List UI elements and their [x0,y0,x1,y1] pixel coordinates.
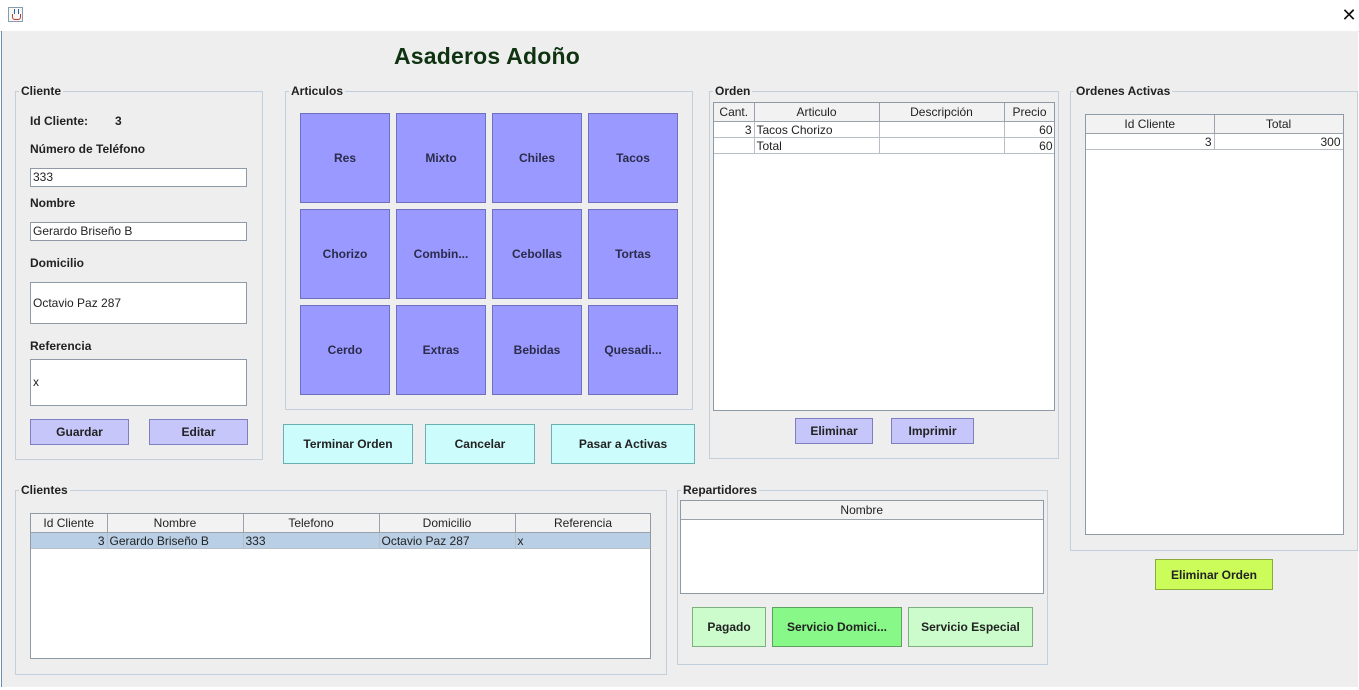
finish-order-button[interactable]: Terminar Orden [283,424,413,464]
move-to-active-button[interactable]: Pasar a Activas [551,424,695,464]
edit-button[interactable]: Editar [149,419,248,445]
column-header[interactable]: Id Cliente [1086,115,1215,134]
id-cliente-value: 3 [115,114,122,128]
paid-button[interactable]: Pagado [692,607,766,647]
table-cell: 300 [1214,133,1343,150]
article-tile-quesadillas[interactable]: Quesadi... [588,305,678,395]
name-field[interactable]: Gerardo Briseño B [30,222,247,241]
reference-field[interactable]: x [30,359,247,406]
cancel-button[interactable]: Cancelar [425,424,535,464]
table-cell: Octavio Paz 287 [379,532,516,549]
table-cell: Tacos Chorizo [754,121,880,138]
table-row[interactable]: Total 60 [714,137,1054,154]
article-tile-cerdo[interactable]: Cerdo [300,305,390,395]
delete-order-button[interactable]: Eliminar Orden [1155,559,1273,590]
table-cell: 3 [1086,133,1215,150]
column-header[interactable]: Id Cliente [31,514,108,533]
table-cell [879,137,1005,154]
reference-label: Referencia [30,339,92,353]
table-cell: 60 [1004,137,1054,154]
table-cell [879,121,1005,138]
orden-legend: Orden [715,84,751,98]
column-header[interactable]: Total [1214,115,1343,134]
table-cell: 333 [243,532,380,549]
id-cliente-label: Id Cliente: [30,114,89,128]
table-row[interactable]: 3 300 [1086,133,1343,150]
clientes-table[interactable]: Id Cliente Nombre Telefono Domicilio Ref… [30,513,651,659]
article-tile-mixto[interactable]: Mixto [396,113,486,203]
delete-item-button[interactable]: Eliminar [795,418,873,444]
phone-label: Número de Teléfono [30,142,146,156]
window-titlebar: ✕ [0,0,1359,32]
orden-table[interactable]: Cant. Articulo Descripción Precio 3 Taco… [713,102,1055,411]
home-service-button[interactable]: Servicio Domici... [772,607,902,647]
column-header[interactable]: Precio [1004,103,1054,122]
articulos-legend: Articulos [291,84,344,98]
column-header[interactable]: Descripción [879,103,1005,122]
column-header[interactable]: Articulo [754,103,880,122]
address-field[interactable]: Octavio Paz 287 [30,282,247,324]
column-header[interactable]: Referencia [515,514,650,533]
orden-table-header: Cant. Articulo Descripción Precio [714,103,1054,122]
print-button[interactable]: Imprimir [891,418,974,444]
article-tile-combinado[interactable]: Combin... [396,209,486,299]
repartidores-table[interactable]: Nombre [680,500,1044,594]
article-tile-res[interactable]: Res [300,113,390,203]
repartidores-table-header: Nombre [681,501,1043,520]
article-tile-chiles[interactable]: Chiles [492,113,582,203]
java-cup-icon [8,7,23,22]
save-button[interactable]: Guardar [30,419,129,445]
table-cell: 3 [31,532,108,549]
column-header[interactable]: Cant. [714,103,755,122]
column-header[interactable]: Nombre [681,501,1043,520]
table-row[interactable]: 3 Tacos Chorizo 60 [714,121,1054,138]
table-cell: 3 [714,121,755,138]
table-row[interactable]: 3 Gerardo Briseño B 333 Octavio Paz 287 … [31,532,650,549]
close-icon[interactable]: ✕ [1339,3,1359,27]
repartidores-legend: Repartidores [683,483,758,497]
column-header[interactable]: Nombre [107,514,244,533]
article-tile-tacos[interactable]: Tacos [588,113,678,203]
table-cell: x [515,532,650,549]
article-tile-tortas[interactable]: Tortas [588,209,678,299]
cliente-legend: Cliente [21,84,62,98]
table-cell: Gerardo Briseño B [107,532,244,549]
column-header[interactable]: Telefono [243,514,380,533]
article-tile-extras[interactable]: Extras [396,305,486,395]
name-label: Nombre [30,196,76,210]
ordenes-activas-table[interactable]: Id Cliente Total 3 300 [1085,114,1344,535]
address-label: Domicilio [30,256,85,270]
clientes-table-header: Id Cliente Nombre Telefono Domicilio Ref… [31,514,650,533]
phone-field[interactable]: 333 [30,168,247,187]
article-tile-cebollas[interactable]: Cebollas [492,209,582,299]
page-title: Asaderos Adoño [394,43,580,69]
article-tile-chorizo[interactable]: Chorizo [300,209,390,299]
special-service-button[interactable]: Servicio Especial [908,607,1033,647]
table-cell: 60 [1004,121,1054,138]
clientes-legend: Clientes [21,483,68,497]
article-tile-bebidas[interactable]: Bebidas [492,305,582,395]
activas-table-header: Id Cliente Total [1086,115,1343,134]
ordenes-activas-legend: Ordenes Activas [1076,84,1171,98]
table-cell: Total [754,137,880,154]
table-cell [714,137,755,154]
column-header[interactable]: Domicilio [379,514,516,533]
